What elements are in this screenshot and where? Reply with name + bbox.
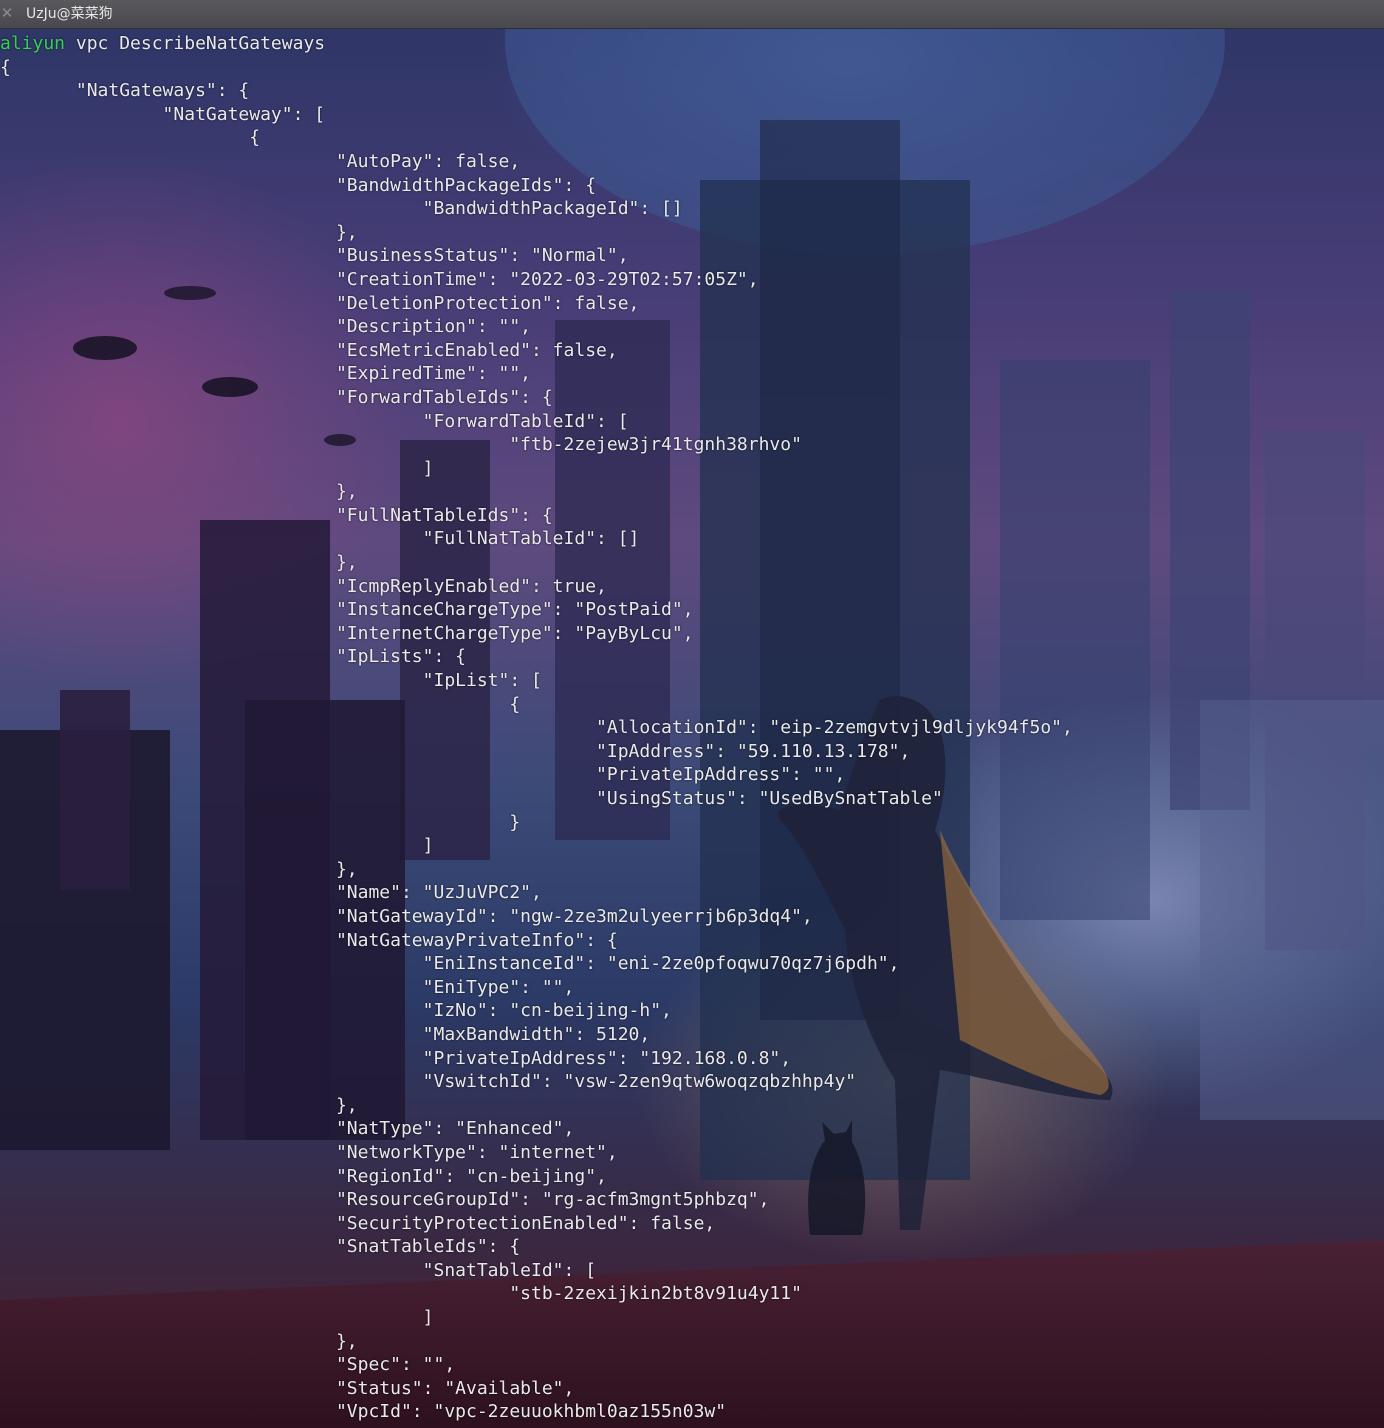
output-line: "EniType": "",	[0, 976, 575, 998]
output-line: ]	[0, 457, 434, 479]
output-line: "BandwidthPackageIds": {	[0, 174, 597, 196]
output-line: "SnatTableIds": {	[0, 1236, 521, 1258]
output-line: "IzNo": "cn-beijing-h",	[0, 1000, 672, 1022]
command-args: vpc DescribeNatGateways	[65, 33, 326, 54]
output-line: "SecurityProtectionEnabled": false,	[0, 1212, 716, 1234]
output-line: "UsingStatus": "UsedBySnatTable"	[0, 788, 943, 809]
output-line: "NatGatewayPrivateInfo": {	[0, 929, 618, 951]
output-line: },	[0, 1330, 358, 1352]
close-icon[interactable]: ✕	[0, 4, 14, 22]
output-line: },	[0, 221, 358, 243]
output-line: "Spec": "",	[0, 1354, 456, 1376]
output-line: "InternetChargeType": "PayByLcu",	[0, 622, 694, 644]
output-line: "FullNatTableIds": {	[0, 504, 553, 526]
output-line: {	[0, 56, 11, 78]
output-line: "VswitchId": "vsw-2zen9qtw6woqzqbzhhp4y"	[0, 1071, 857, 1093]
output-line: "EniInstanceId": "eni-2ze0pfoqwu70qz7j6p…	[0, 953, 900, 975]
command-program: aliyun	[0, 33, 66, 54]
output-line: "SnatTableId": [	[0, 1259, 597, 1281]
output-line: {	[0, 127, 261, 149]
json-output: { "NatGateways": { "NatGateway": [ { "Au…	[0, 56, 1384, 1424]
output-line: "AutoPay": false,	[0, 150, 521, 172]
output-line: },	[0, 1094, 358, 1116]
output-line: "ForwardTableId": [	[0, 410, 629, 432]
output-line: }	[0, 811, 521, 833]
output-line: "Name": "UzJuVPC2",	[0, 882, 542, 904]
output-line: },	[0, 552, 358, 574]
command-line: aliyun vpc DescribeNatGateways	[0, 32, 1384, 56]
output-line: "PrivateIpAddress": "",	[0, 764, 846, 786]
output-line: {	[0, 693, 521, 715]
terminal-tab-bar: ✕ UzJu@菜菜狗	[0, 0, 1384, 29]
output-line: },	[0, 858, 358, 880]
output-line: ]	[0, 835, 434, 857]
output-line: "ForwardTableIds": {	[0, 386, 553, 408]
output-line: "ResourceGroupId": "rg-acfm3mgnt5phbzq",	[0, 1189, 770, 1211]
output-line: ]	[0, 1307, 434, 1329]
output-line: "Status": "Available",	[0, 1377, 575, 1399]
output-line: "NatGateways": {	[0, 80, 250, 102]
output-line: "IpLists": {	[0, 646, 466, 668]
output-line: "IpAddress": "59.110.13.178",	[0, 740, 911, 762]
output-line: "MaxBandwidth": 5120,	[0, 1023, 651, 1045]
output-line: "NatType": "Enhanced",	[0, 1118, 575, 1140]
output-line: "DeletionProtection": false,	[0, 292, 640, 314]
output-line: "InstanceChargeType": "PostPaid",	[0, 599, 694, 621]
terminal-output[interactable]: aliyun vpc DescribeNatGateways { "NatGat…	[0, 32, 1384, 1424]
output-line: "AllocationId": "eip-2zemgvtvjl9dljyk94f…	[0, 717, 1073, 739]
output-line: "NatGateway": [	[0, 103, 326, 125]
output-line: "RegionId": "cn-beijing",	[0, 1165, 607, 1187]
output-line: "Description": "",	[0, 316, 532, 338]
output-line: "FullNatTableId": []	[0, 528, 640, 550]
output-line: "BusinessStatus": "Normal",	[0, 245, 629, 267]
tab-title[interactable]: UzJu@菜菜狗	[26, 5, 113, 23]
output-line: "ftb-2zejew3jr41tgnh38rhvo"	[0, 434, 802, 456]
output-line: "IcmpReplyEnabled": true,	[0, 575, 607, 597]
output-line: "PrivateIpAddress": "192.168.0.8",	[0, 1047, 792, 1069]
output-line: "NatGatewayId": "ngw-2ze3m2ulyeerrjb6p3d…	[0, 905, 813, 927]
output-line: "ExpiredTime": "",	[0, 363, 532, 385]
output-line: "IpList": [	[0, 670, 542, 692]
output-line: "EcsMetricEnabled": false,	[0, 339, 618, 361]
output-line: "stb-2zexijkin2bt8v91u4y11"	[0, 1283, 802, 1305]
output-line: "CreationTime": "2022-03-29T02:57:05Z",	[0, 268, 759, 290]
output-line: "NetworkType": "internet",	[0, 1141, 618, 1163]
output-line: },	[0, 481, 358, 503]
output-line: "BandwidthPackageId": []	[0, 198, 683, 220]
output-line: "VpcId": "vpc-2zeuuokhbml0az155n03w"	[0, 1401, 727, 1423]
